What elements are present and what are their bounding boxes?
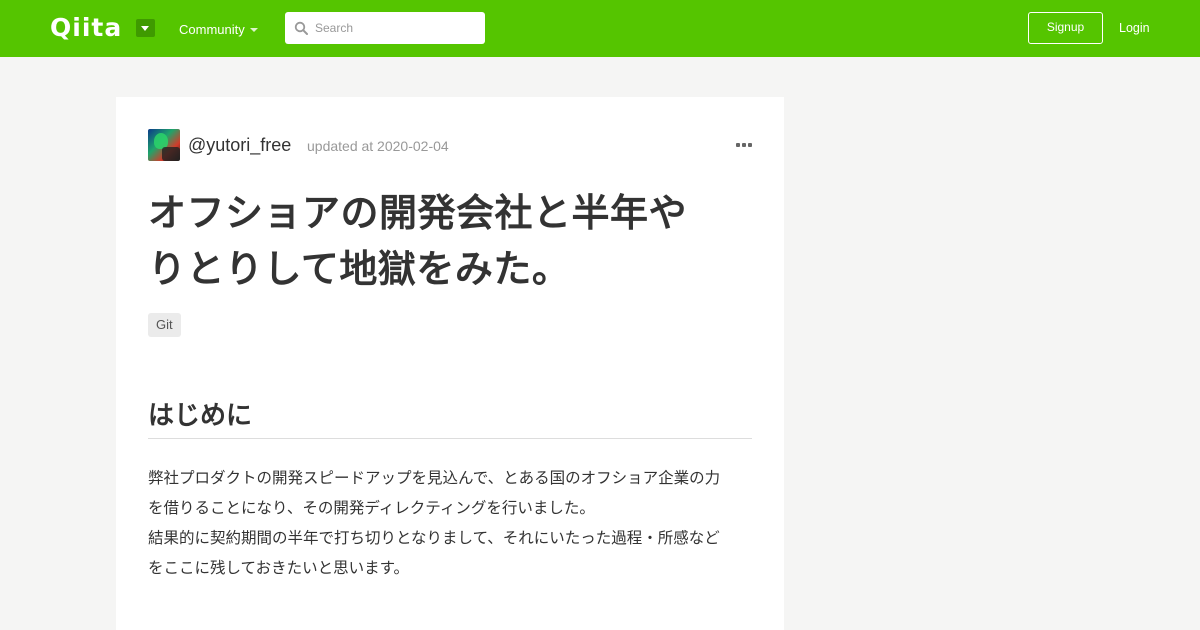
paragraph-line: 結果的に契約期間の半年で打ち切りとなりまして、それにいたった過程・所感など: [148, 529, 720, 547]
search-box[interactable]: [285, 12, 485, 44]
search-icon: [294, 21, 308, 35]
search-input[interactable]: [315, 12, 480, 44]
qiita-logo[interactable]: Qiita: [50, 13, 122, 43]
section-heading: はじめに: [148, 397, 752, 439]
article-title: オフショアの開発会社と半年や りとりして地獄をみた。: [148, 185, 728, 297]
chevron-down-icon: [250, 28, 258, 32]
more-options-icon[interactable]: [736, 139, 752, 151]
tag-git[interactable]: Git: [148, 313, 181, 337]
login-link[interactable]: Login: [1119, 19, 1150, 37]
avatar[interactable]: [148, 129, 180, 161]
paragraph-line: 弊社プロダクトの開発スピードアップを見込んで、とある国のオフショア企業の力: [148, 469, 721, 487]
article-paragraph: 弊社プロダクトの開発スピードアップを見込んで、とある国のオフショア企業の力 を借…: [148, 463, 752, 583]
title-line: オフショアの開発会社と半年や: [148, 191, 688, 235]
paragraph-line: を借りることになり、その開発ディレクティングを行いました。: [148, 499, 595, 517]
title-line: りとりして地獄をみた。: [148, 247, 571, 291]
community-menu[interactable]: Community: [179, 20, 245, 40]
paragraph-line: をここに残しておきたいと思います。: [148, 559, 410, 577]
top-navbar: Qiita Community Signup Login: [0, 0, 1200, 57]
updated-date: updated at 2020-02-04: [307, 138, 449, 154]
article-card: @yutori_free updated at 2020-02-04 オフショア…: [116, 97, 784, 630]
logo-dropdown-icon[interactable]: [136, 19, 155, 37]
signup-button[interactable]: Signup: [1028, 12, 1103, 44]
author-username[interactable]: @yutori_free: [188, 134, 291, 156]
